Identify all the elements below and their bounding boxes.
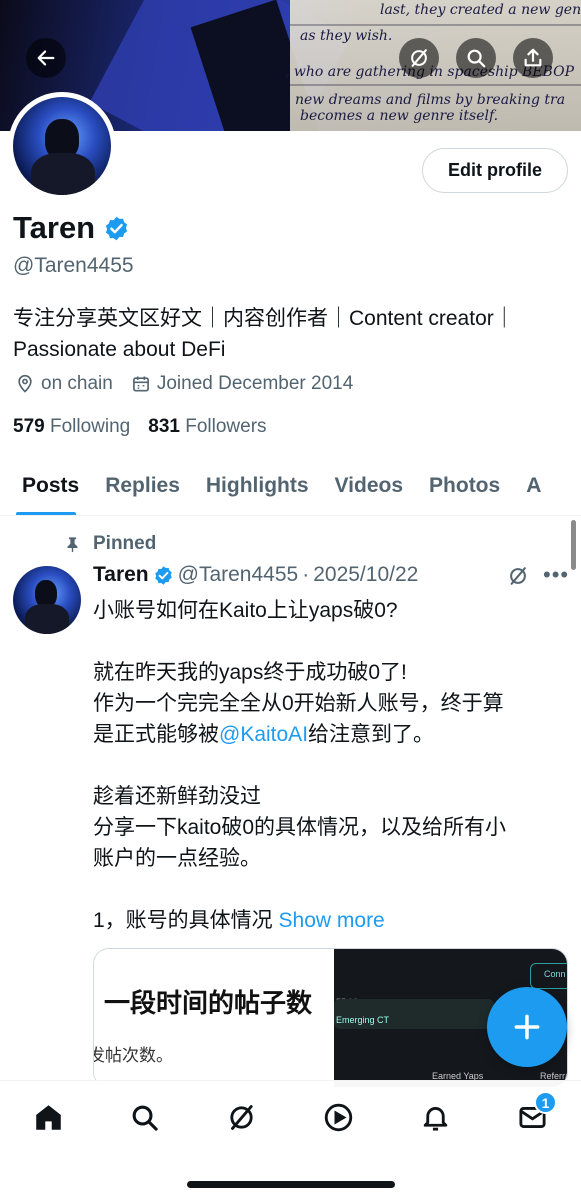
search-button[interactable]	[456, 38, 496, 78]
banner-text: becomes a new genre itself.	[300, 108, 499, 124]
post-line	[93, 626, 563, 657]
following-link[interactable]: 579 Following	[13, 416, 130, 438]
profile-joined: Joined December 2014	[131, 373, 353, 395]
following-count: 579	[13, 416, 45, 437]
nav-video[interactable]	[316, 1095, 360, 1139]
post-line: 趁着还新鲜劲没过	[93, 785, 261, 808]
profile-avatar[interactable]	[8, 92, 116, 200]
pinned-indicator: Pinned	[64, 533, 156, 555]
media-label: Conn	[544, 969, 566, 979]
post-line: 1，账号的具体情况	[93, 909, 273, 932]
banner-rule	[290, 84, 581, 86]
notifications-icon	[423, 1106, 447, 1131]
profile-location: on chain	[15, 373, 113, 395]
post-line: 分享一下kaito破0的具体情况，以及给所有小	[93, 816, 507, 839]
share-icon	[524, 48, 542, 67]
profile-handle: @Taren4455	[13, 254, 134, 277]
share-button[interactable]	[513, 38, 553, 78]
nav-notifications[interactable]	[413, 1095, 457, 1139]
home-indicator[interactable]	[187, 1181, 395, 1188]
followers-link[interactable]: 831 Followers	[148, 416, 266, 438]
grok-button[interactable]	[399, 38, 439, 78]
post-header: Taren @Taren4455 · 2025/10/22	[93, 563, 418, 587]
show-more-link[interactable]: Show more	[279, 909, 385, 932]
profile-bio: 专注分享英文区好文｜内容创作者｜Content creator｜Passiona…	[13, 307, 515, 361]
post-author-name[interactable]: Taren	[93, 563, 149, 587]
post-line	[93, 874, 563, 905]
edit-profile-button[interactable]: Edit profile	[422, 148, 568, 193]
search-icon	[467, 49, 486, 68]
grok-icon	[510, 567, 526, 585]
arrow-left-icon	[37, 50, 55, 66]
post-line: 就在昨天我的yaps终于成功破0了!	[93, 661, 407, 684]
scrollbar[interactable]	[571, 520, 576, 570]
profile-tabs: Posts Replies Highlights Videos Photos A	[0, 456, 581, 516]
calendar-icon	[132, 376, 149, 392]
tab-replies[interactable]: Replies	[92, 456, 193, 515]
media-label: Emerging CT	[336, 1015, 390, 1025]
post-author-handle[interactable]: @Taren4455	[178, 563, 299, 587]
home-icon	[35, 1104, 61, 1130]
plus-icon	[514, 1014, 540, 1040]
post-grok-button[interactable]	[507, 565, 529, 592]
avatar-figure-body	[31, 153, 95, 195]
more-options-icon[interactable]: •••	[543, 562, 569, 588]
grok-icon	[411, 49, 427, 67]
tab-posts[interactable]: Posts	[0, 456, 92, 515]
compose-post-button[interactable]	[487, 987, 567, 1067]
followers-label: Followers	[185, 416, 267, 437]
followers-count: 831	[148, 416, 180, 437]
profile-name-row: Taren	[13, 210, 130, 246]
post-line: 账户的一点经验。	[93, 847, 261, 870]
nav-messages[interactable]: 1	[510, 1091, 557, 1139]
joined-text: Joined December 2014	[156, 373, 354, 394]
tab-videos[interactable]: Videos	[322, 456, 416, 515]
post-line: 作为一个完完全全从0开始新人账号，终于算	[93, 692, 504, 715]
pin-icon	[67, 536, 78, 552]
mention-link[interactable]: @KaitoAI	[219, 723, 308, 746]
avatar-figure-body	[25, 604, 69, 634]
nav-home[interactable]	[26, 1095, 70, 1139]
profile-name: Taren	[13, 210, 96, 245]
post-separator: ·	[302, 563, 310, 586]
verified-badge-icon	[154, 565, 172, 585]
banner-rule	[290, 24, 581, 26]
post-line-with-more: 1，账号的具体情况 Show more	[93, 905, 563, 936]
following-label: Following	[49, 416, 131, 437]
back-button[interactable]	[26, 38, 66, 78]
messages-badge: 1	[534, 1091, 557, 1114]
post-body[interactable]: 小账号如何在Kaito上让yaps破0? 就在昨天我的yaps终于成功破0了! …	[93, 595, 563, 936]
media-subtitle: 发帖次数。	[94, 1046, 173, 1065]
location-text: on chain	[41, 373, 113, 394]
tab-photos[interactable]: Photos	[416, 456, 513, 515]
banner-text: last, they created a new genera	[380, 2, 581, 18]
post-line-with-mention: 是正式能够被@KaitoAI给注意到了。	[93, 719, 563, 750]
avatar-image	[13, 97, 111, 195]
nav-search[interactable]	[122, 1095, 166, 1139]
post-line: 是正式能够被	[93, 723, 219, 746]
nav-grok[interactable]	[219, 1095, 263, 1139]
post-line: 小账号如何在Kaito上让yaps破0?	[93, 599, 398, 622]
post-avatar-image	[13, 566, 81, 634]
video-icon	[324, 1103, 352, 1131]
post-date[interactable]: 2025/10/22	[313, 563, 418, 587]
post-avatar[interactable]	[13, 566, 81, 634]
post-line: 给注意到了。	[308, 723, 435, 746]
banner-text: new dreams and films by breaking tra	[295, 92, 566, 108]
location-icon	[18, 374, 32, 393]
tab-articles[interactable]: A	[513, 456, 554, 515]
verified-badge-icon[interactable]	[103, 215, 130, 242]
media-title: 一段时间的帖子数	[104, 988, 313, 1018]
media-image-left: 一段时间的帖子数 发帖次数。	[94, 949, 334, 1087]
search-icon	[132, 1105, 158, 1131]
grok-icon	[229, 1104, 253, 1130]
follow-stats: 579 Following 831 Followers	[13, 416, 267, 438]
profile-meta: on chain Joined December 2014	[15, 373, 371, 395]
banner-text: as they wish.	[300, 28, 393, 44]
tab-highlights[interactable]: Highlights	[193, 456, 322, 515]
pinned-label: Pinned	[93, 533, 157, 554]
post-line	[93, 750, 563, 781]
